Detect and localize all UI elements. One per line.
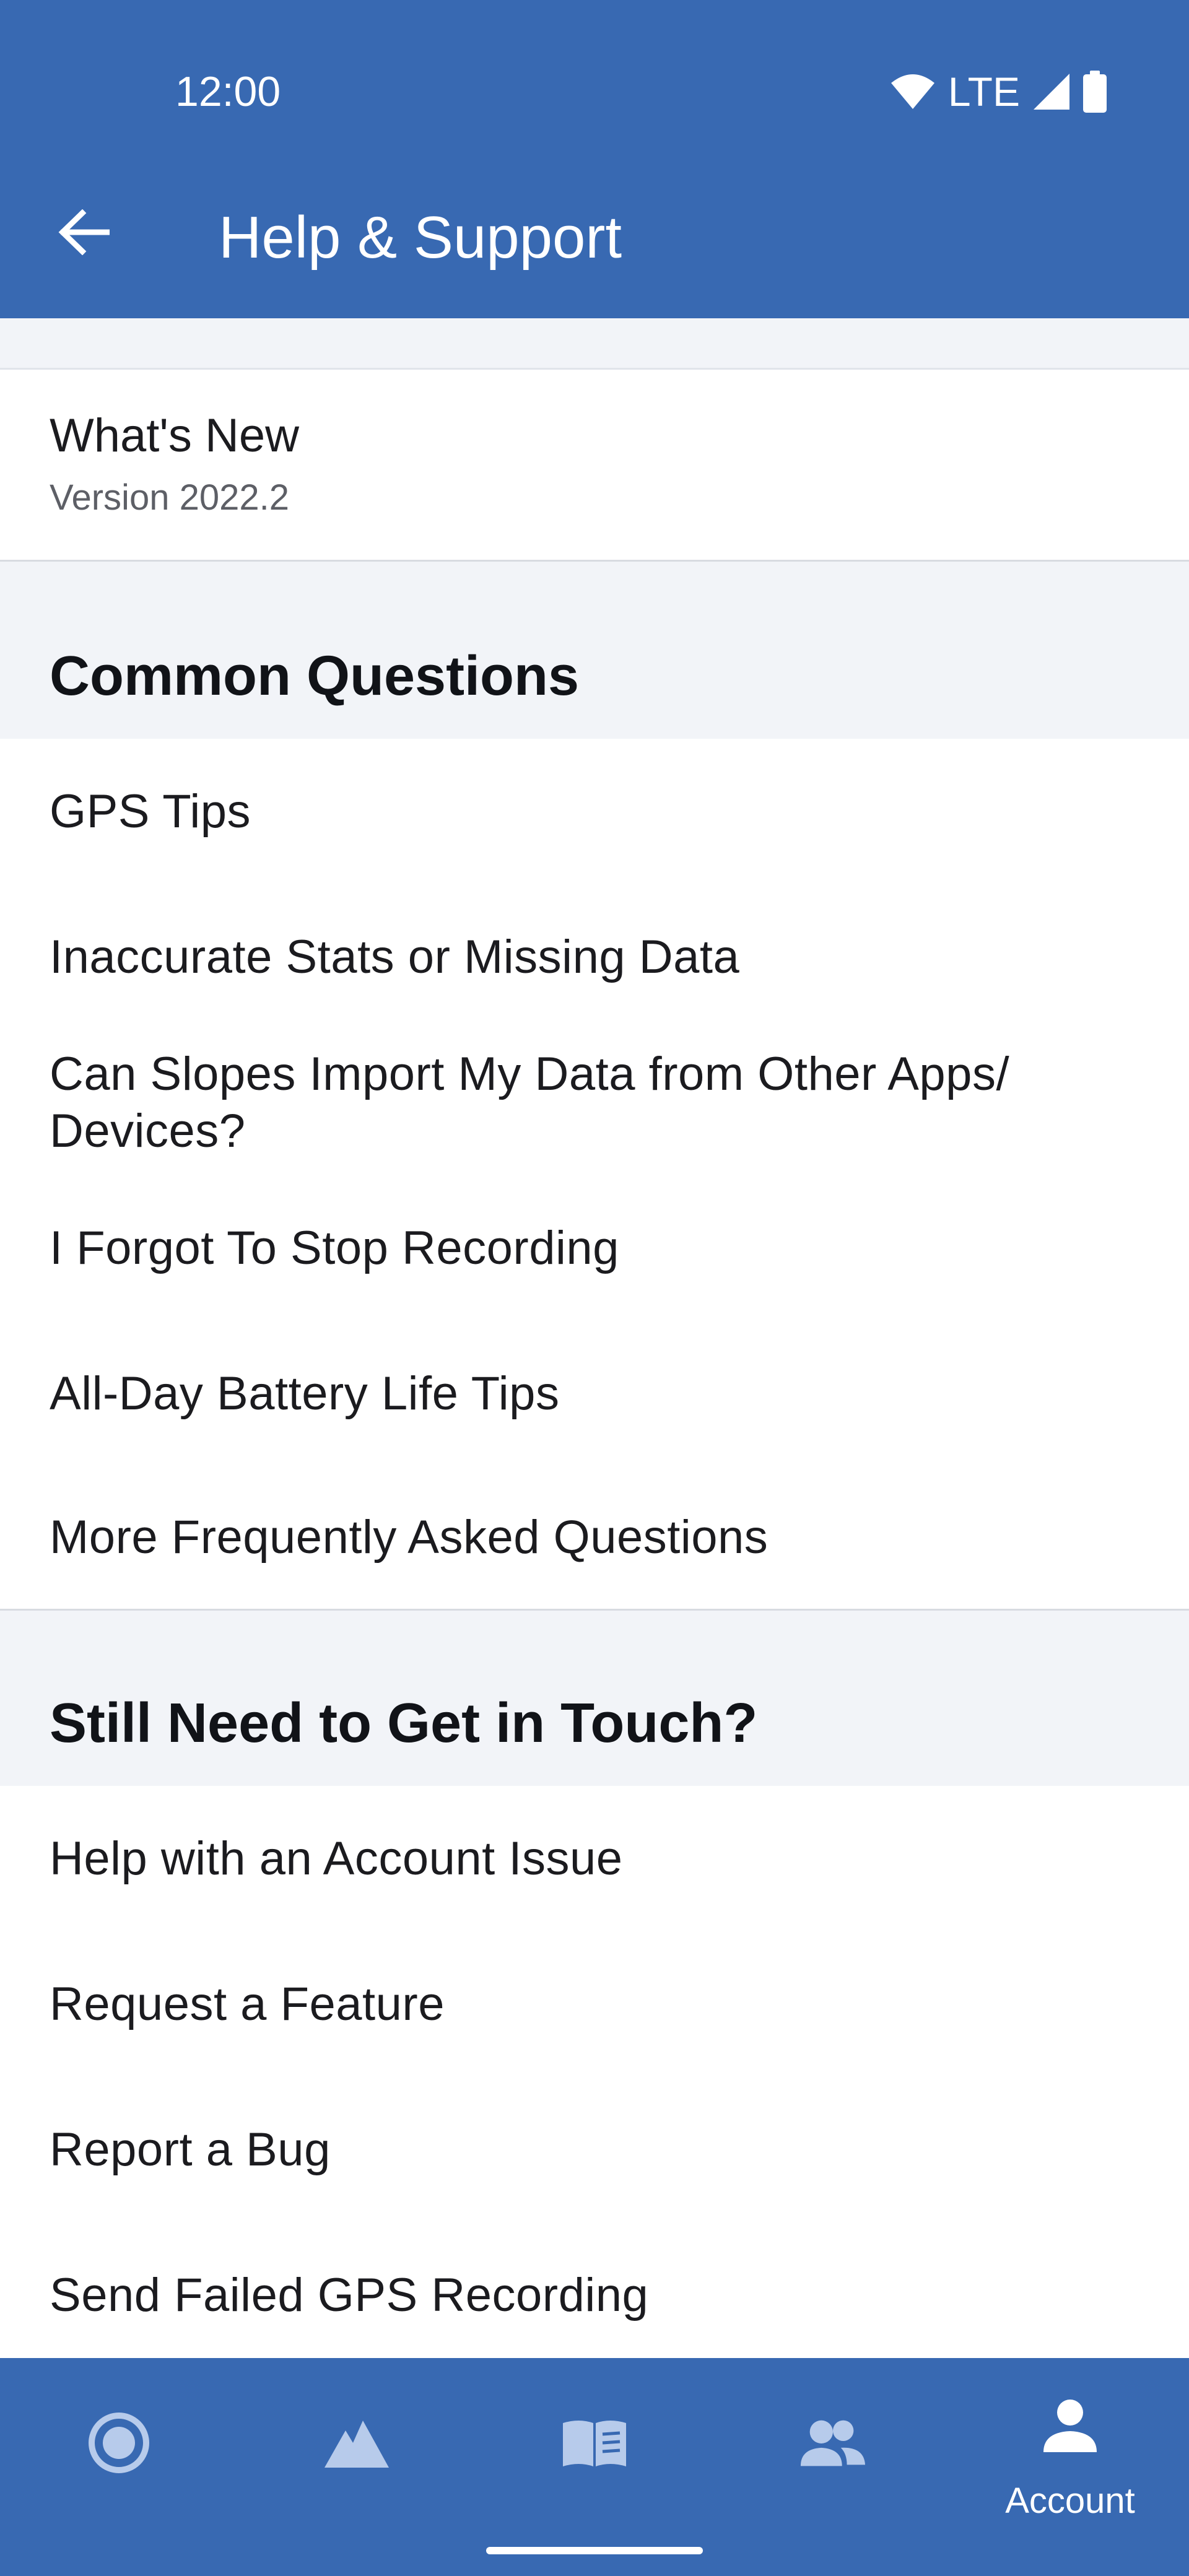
contact-request-feature[interactable]: Request a Feature [0, 1931, 1189, 2077]
network-type: LTE [947, 69, 1020, 115]
nav-label-account: Account [1005, 2481, 1135, 2521]
status-icons: LTE [890, 67, 1107, 116]
nav-logbook[interactable] [476, 2358, 713, 2576]
status-time: 12:00 [175, 68, 281, 115]
bottom-navigation: Account [0, 2358, 1189, 2576]
faq-more-questions[interactable]: More Frequently Asked Questions [0, 1466, 1189, 1609]
whats-new-item[interactable]: What's New Version 2022.2 [0, 370, 1189, 562]
arrow-back-icon [58, 209, 110, 255]
nav-account[interactable]: Account [951, 2358, 1189, 2576]
gesture-handle[interactable] [486, 2547, 703, 2554]
section-heading: Still Need to Get in Touch? [50, 1692, 758, 1754]
top-divider-strip [0, 318, 1189, 370]
help-content: What's New Version 2022.2 Common Questio… [0, 318, 1189, 2368]
whats-new-title: What's New [50, 409, 300, 462]
page-title: Help & Support [219, 204, 622, 271]
nav-record[interactable] [0, 2358, 238, 2576]
faq-battery-tips[interactable]: All-Day Battery Life Tips [0, 1321, 1189, 1466]
friends-icon [798, 2409, 866, 2477]
faq-import-data[interactable]: Can Slopes Import My Data from Other App… [0, 1030, 1189, 1175]
contact-report-bug[interactable]: Report a Bug [0, 2077, 1189, 2222]
wifi-icon [890, 73, 936, 110]
contact-section: Still Need to Get in Touch? Help with an… [0, 1611, 1189, 2368]
back-button[interactable] [43, 192, 124, 272]
common-questions-list: GPS Tips Inaccurate Stats or Missing Dat… [0, 739, 1189, 1611]
faq-gps-tips[interactable]: GPS Tips [0, 739, 1189, 884]
nav-friends[interactable] [713, 2358, 951, 2576]
account-icon [1036, 2391, 1104, 2460]
common-questions-header: Common Questions [0, 562, 1189, 739]
cell-signal-icon [1032, 72, 1071, 111]
contact-account-issue[interactable]: Help with an Account Issue [0, 1786, 1189, 1931]
section-heading: Common Questions [50, 645, 580, 707]
app-bar: 12:00 LTE Help & Support [0, 0, 1189, 318]
app-version: Version 2022.2 [50, 477, 289, 518]
nav-resorts[interactable] [238, 2358, 476, 2576]
faq-forgot-to-stop[interactable]: I Forgot To Stop Recording [0, 1175, 1189, 1321]
logbook-icon [560, 2409, 629, 2477]
mountain-icon [323, 2409, 391, 2477]
contact-list: Help with an Account Issue Request a Fea… [0, 1786, 1189, 2368]
battery-icon [1083, 71, 1107, 113]
contact-header: Still Need to Get in Touch? [0, 1611, 1189, 1786]
faq-inaccurate-stats[interactable]: Inaccurate Stats or Missing Data [0, 884, 1189, 1030]
contact-send-failed-gps[interactable]: Send Failed GPS Recording [0, 2222, 1189, 2368]
record-icon [85, 2409, 153, 2477]
